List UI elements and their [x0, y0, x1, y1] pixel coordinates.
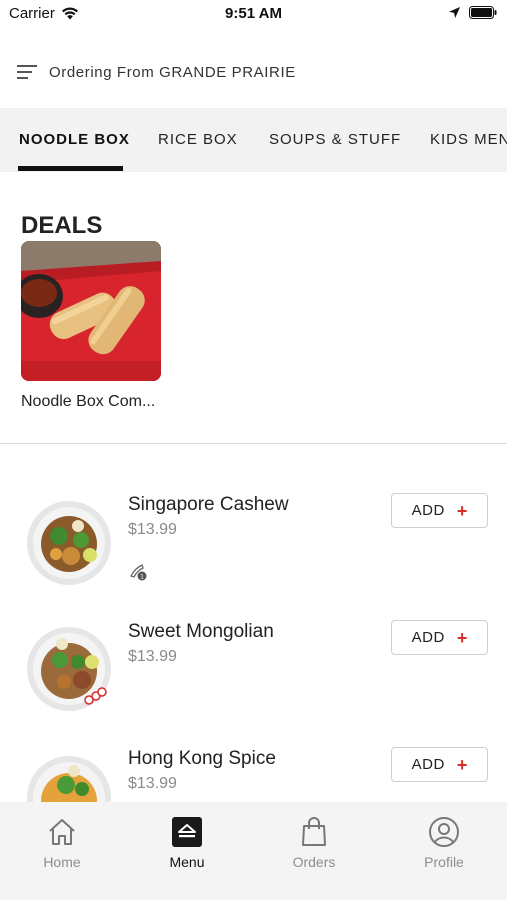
status-right [448, 6, 497, 19]
tab-kids-menu[interactable]: KIDS MENU [430, 108, 507, 172]
tab-rice-box[interactable]: RICE BOX [158, 108, 238, 172]
menu-item[interactable]: Sweet Mongolian $13.99 ADD + [0, 620, 507, 741]
nav-home[interactable]: Home [12, 816, 112, 870]
add-button-label: ADD [411, 629, 445, 646]
status-bar: Carrier 9:51 AM [0, 0, 507, 30]
section-divider [0, 443, 507, 444]
deal-label[interactable]: Noodle Box Com... [21, 393, 155, 411]
nav-orders[interactable]: Orders [264, 816, 364, 870]
add-button-label: ADD [411, 756, 445, 773]
add-button[interactable]: ADD + [391, 620, 488, 655]
dish-image [27, 501, 111, 585]
item-price: $13.99 [128, 648, 177, 665]
plus-icon: + [456, 754, 468, 775]
shopping-bag-icon [302, 817, 326, 846]
status-time: 9:51 AM [225, 5, 282, 22]
item-name: Hong Kong Spice [128, 748, 276, 769]
location-arrow-icon [449, 7, 460, 18]
category-tabs: NOODLE BOX RICE BOX SOUPS & STUFF KIDS M… [0, 108, 507, 172]
item-price: $13.99 [128, 521, 177, 538]
svg-text:1: 1 [140, 574, 144, 581]
battery-icon [469, 6, 497, 19]
menu-icon [172, 817, 202, 847]
add-button-label: ADD [411, 502, 445, 519]
tab-noodle-box[interactable]: NOODLE BOX [19, 108, 130, 172]
add-button[interactable]: ADD + [391, 747, 488, 782]
profile-icon [429, 817, 459, 847]
nav-home-label: Home [43, 854, 81, 870]
hamburger-menu-icon[interactable] [17, 63, 39, 81]
menu-item[interactable]: Singapore Cashew $13.99 1 ADD + [0, 493, 507, 614]
deal-card-image[interactable] [21, 241, 161, 381]
spring-rolls-image [21, 241, 161, 381]
spicy-level-icon: 1 [130, 564, 147, 581]
bottom-navigation: Home Menu Orders Profile [0, 802, 507, 900]
item-name: Singapore Cashew [128, 494, 289, 515]
deals-heading: DEALS [21, 212, 103, 239]
item-name: Sweet Mongolian [128, 621, 274, 642]
location-header[interactable]: Ordering From GRANDE PRAIRIE [0, 52, 507, 92]
item-price: $13.99 [128, 775, 177, 792]
nav-orders-label: Orders [292, 854, 336, 870]
home-icon [49, 819, 75, 845]
tab-soups-stuff[interactable]: SOUPS & STUFF [269, 108, 401, 172]
dish-image [27, 627, 111, 711]
nav-menu[interactable]: Menu [137, 816, 237, 870]
add-button[interactable]: ADD + [391, 493, 488, 528]
nav-profile-label: Profile [424, 854, 464, 870]
nav-profile[interactable]: Profile [394, 816, 494, 870]
active-tab-indicator [18, 166, 123, 171]
nav-menu-label: Menu [169, 854, 205, 870]
ordering-from-label: Ordering From GRANDE PRAIRIE [49, 64, 296, 81]
plus-icon: + [456, 627, 468, 648]
plus-icon: + [456, 500, 468, 521]
